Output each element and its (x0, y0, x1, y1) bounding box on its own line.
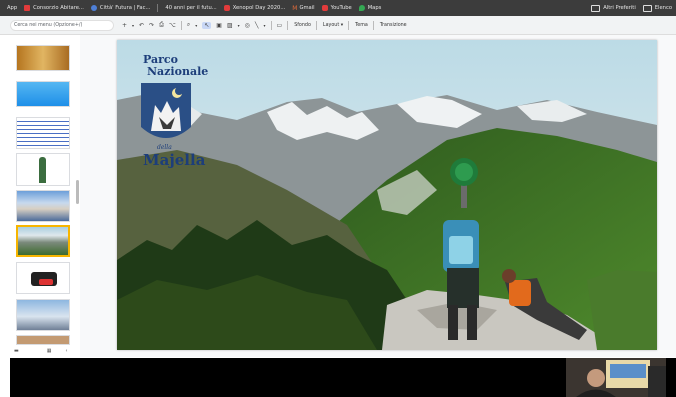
chevron-down-icon[interactable]: ▾ (264, 23, 266, 28)
bookmark-label: App (7, 5, 18, 11)
slide-thumbnail-panel (0, 35, 81, 357)
bookmark-consorzio[interactable]: Consorzio Abitare... (24, 5, 84, 11)
bookmark-label: Gmail (299, 5, 315, 11)
bookmark-gmail[interactable]: M Gmail (292, 5, 314, 12)
thumbnail-image (17, 82, 69, 106)
bookmark-label: Xenopol Day 2020... (232, 5, 286, 11)
paint-format-icon[interactable]: ⌥ (169, 22, 176, 29)
layout-label: Layout (322, 22, 340, 28)
thumbnail-image (17, 336, 69, 344)
park-logo: Parco Nazionale della Majella (137, 52, 208, 170)
toolbar-divider (315, 20, 317, 30)
bookmark-label: Consorzio Abitare... (33, 5, 84, 11)
bookmark-apps[interactable]: App (7, 5, 17, 11)
bookmark-label: Altri Preferiti (603, 5, 636, 11)
shape-icon[interactable]: ◎ (245, 22, 250, 29)
editor-toolbar: Cerca nei menu (Opzione+/) + ▾ ↶ ↷ ⎙ ⌥ ⌕… (0, 16, 676, 35)
logo-text-parco: Parco (143, 53, 178, 66)
undo-icon[interactable]: ↶ (139, 22, 144, 29)
menu-search-text: Cerca nei menu (Opzione+/) (14, 22, 83, 28)
slide-thumbnail[interactable] (16, 299, 70, 331)
bookmark-label: Città' Futura | Fac... (99, 5, 151, 11)
current-slide[interactable]: Parco Nazionale della Majella (117, 40, 657, 350)
thumbnail-scrollbar[interactable] (76, 180, 79, 204)
redo-icon[interactable]: ↷ (149, 22, 154, 29)
bookmark-xenopol[interactable]: Xenopol Day 2020... (223, 5, 286, 11)
bookmark-separator (157, 4, 159, 12)
list-icon (642, 4, 652, 12)
slide-thumbnail[interactable] (16, 153, 70, 186)
background-button[interactable]: Sfondo (294, 23, 311, 28)
layout-button[interactable]: Layout ▾ (323, 23, 343, 28)
logo-text-della: della (157, 144, 172, 151)
transition-button[interactable]: Transizione (380, 23, 407, 28)
bookmark-citta-futura[interactable]: Città' Futura | Fac... (90, 5, 151, 11)
bookmark-label: Maps (367, 5, 382, 11)
bookmark-label: YouTube (330, 5, 352, 11)
theme-button[interactable]: Tema (355, 23, 368, 28)
logo-text-nazionale: Nazionale (147, 65, 209, 78)
bookmark-40-anni[interactable]: 40 anni per il futu... (165, 5, 216, 11)
wolf-emblem-icon (141, 83, 191, 138)
bookmark-label: Elenco (654, 5, 672, 11)
print-icon[interactable]: ⎙ (159, 21, 164, 29)
map-pin-icon (358, 5, 365, 11)
chevron-down-icon: ▾ (340, 22, 344, 28)
thumbnail-image (17, 300, 69, 330)
bookmark-reading-list[interactable]: Elenco (642, 4, 672, 12)
webcam-preview (566, 358, 666, 397)
thumbnail-image (17, 46, 69, 70)
slide-thumbnail[interactable] (16, 262, 70, 294)
thumbnail-image (39, 157, 46, 183)
slide-thumbnail[interactable] (16, 190, 70, 222)
zoom-icon[interactable]: ⌕ (187, 21, 190, 29)
youtube-icon (321, 5, 328, 11)
bookmark-other-favorites[interactable]: Altri Preferiti (591, 4, 636, 12)
logo-text-majella: Majella (143, 151, 206, 169)
toolbar-divider (287, 20, 289, 30)
facebook-icon (90, 5, 97, 11)
select-cursor-icon[interactable]: ↖ (202, 21, 212, 29)
new-slide-icon[interactable]: + (122, 22, 127, 29)
line-icon[interactable]: ╲ (255, 22, 259, 29)
thumbnail-image (17, 118, 69, 148)
slide-thumbnail[interactable] (16, 117, 70, 149)
grid-view-icon[interactable]: ▦ (47, 348, 52, 354)
comment-icon[interactable]: ▭ (277, 22, 283, 29)
chevron-down-icon[interactable]: ▾ (132, 23, 134, 28)
slide-thumbnail[interactable] (16, 45, 70, 71)
toolbar-divider (372, 20, 374, 30)
folder-icon (591, 4, 601, 12)
thumbnail-image (39, 279, 53, 285)
thumbnail-image (17, 191, 69, 221)
menu-search-input[interactable]: Cerca nei menu (Opzione+/) (10, 19, 114, 31)
slide-thumbnail[interactable] (16, 335, 70, 345)
gmail-icon: M (292, 4, 298, 12)
webcam-video (566, 358, 666, 397)
slide-thumbnail[interactable] (16, 81, 70, 107)
bookmark-maps[interactable]: Maps (358, 5, 382, 11)
chevron-down-icon[interactable]: ▾ (195, 23, 197, 28)
chevron-down-icon[interactable]: ▾ (238, 23, 240, 28)
image-icon[interactable]: ▨ (227, 22, 233, 29)
bookmark-label: 40 anni per il futu... (165, 5, 217, 11)
youtube-icon (223, 5, 230, 11)
bookmarks-bar: App Consorzio Abitare... Città' Futura |… (0, 0, 676, 16)
slide-thumbnail-current[interactable] (16, 225, 70, 257)
bookmark-youtube[interactable]: YouTube (321, 5, 352, 11)
toolbar-divider (270, 20, 272, 30)
site-icon (24, 5, 31, 11)
thumbnail-image (18, 227, 68, 255)
collapse-panel-icon[interactable]: ‹ (65, 348, 67, 354)
panel-footer: ▬ ▦ ‹ (0, 345, 80, 357)
filmstrip-view-icon[interactable]: ▬ (14, 348, 19, 354)
toolbar-divider (348, 20, 350, 30)
text-box-icon[interactable]: ▣ (216, 22, 222, 29)
toolbar-divider (180, 20, 182, 30)
